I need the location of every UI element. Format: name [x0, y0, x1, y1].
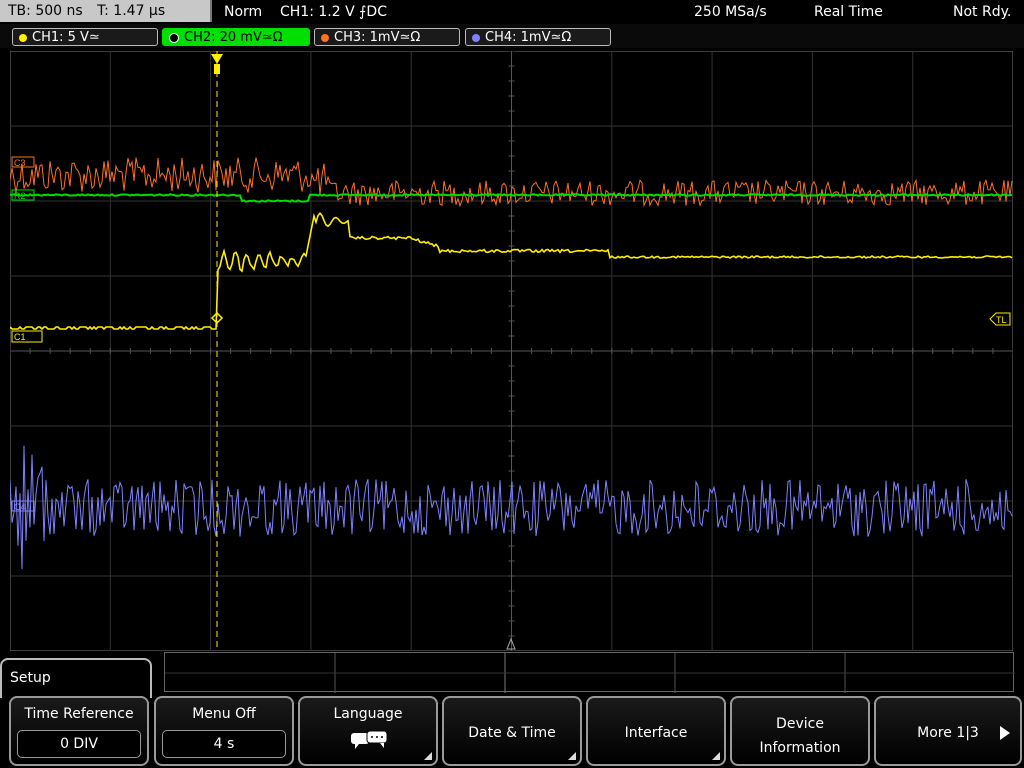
time-reference-value: 0 DIV	[17, 730, 141, 758]
trigger-time-value: T: 1.47 µs	[97, 3, 166, 19]
sample-rate: 250 MSa/s	[694, 4, 767, 20]
tab-ch3-label: CH3: 1mV≃Ω	[334, 30, 421, 45]
speech-bubbles-icon	[351, 730, 388, 749]
tab-ch4-label: CH4: 1mV≃Ω	[485, 30, 572, 45]
trigger-mode[interactable]: Norm	[224, 0, 262, 24]
more-button[interactable]: More 1|3	[874, 696, 1022, 766]
timebase-value: TB: 500 ns	[8, 3, 83, 19]
device-information-button[interactable]: Device Information	[730, 696, 870, 766]
time-reference-label: Time Reference	[24, 706, 134, 722]
menu-off-label: Menu Off	[192, 706, 256, 722]
interface-label: Interface	[624, 725, 688, 741]
ch1-color-icon	[19, 33, 27, 42]
menu-off-button[interactable]: Menu Off 4 s	[154, 696, 294, 766]
acquisition-status: Not Rdy.	[953, 4, 1012, 20]
menu-off-value: 4 s	[162, 730, 286, 758]
submenu-indicator-icon	[568, 752, 576, 760]
language-label: Language	[333, 706, 403, 722]
menu-title-setup: Setup	[0, 658, 152, 698]
submenu-indicator-icon	[424, 752, 432, 760]
menu-title: Setup	[10, 670, 51, 686]
tab-ch3[interactable]: CH3: 1mV≃Ω	[314, 28, 460, 46]
tab-ch1[interactable]: CH1: 5 V≃	[12, 28, 158, 46]
device-info-line2: Information	[759, 740, 841, 756]
ch2-color-icon	[169, 32, 179, 43]
ch3-marker-label: C3	[14, 158, 26, 168]
menu-info-strip	[164, 652, 1015, 693]
tab-ch4[interactable]: CH4: 1mV≃Ω	[465, 28, 611, 46]
trigger-level-label: TL	[996, 315, 1007, 325]
date-time-label: Date & Time	[468, 725, 556, 741]
ch3-color-icon	[321, 33, 329, 42]
date-time-button[interactable]: Date & Time	[442, 696, 582, 766]
status-bar: TB: 500 ns T: 1.47 µs Norm CH1: 1.2 V ⨍D…	[0, 0, 1024, 24]
tab-ch1-label: CH1: 5 V≃	[32, 30, 100, 45]
ch4-color-icon	[472, 33, 480, 42]
tab-ch2-label: CH2: 20 mV≃Ω	[184, 30, 283, 45]
waveform-display[interactable]: C3 R2 C1 C4 TL	[10, 51, 1013, 651]
language-button[interactable]: Language	[298, 696, 438, 766]
device-information-label: Device Information	[732, 712, 868, 760]
interface-button[interactable]: Interface	[586, 696, 726, 766]
submenu-indicator-icon	[712, 752, 720, 760]
trigger-setting[interactable]: CH1: 1.2 V ⨍DC	[280, 0, 387, 24]
acquisition-mode: Real Time	[814, 4, 883, 20]
more-label: More 1|3	[917, 725, 979, 741]
ch1-offset-marker[interactable]: C1	[11, 330, 43, 343]
ch4-marker-label: C4	[14, 502, 26, 512]
channel-bar: CH1: 5 V≃ CH2: 20 mV≃Ω CH3: 1mV≃Ω CH4: 1…	[0, 24, 1024, 48]
device-info-line1: Device	[776, 716, 824, 732]
ch1-marker-label: C1	[14, 332, 26, 342]
tab-ch2[interactable]: CH2: 20 mV≃Ω	[162, 28, 310, 46]
time-reference-button[interactable]: Time Reference 0 DIV	[9, 696, 149, 766]
timebase-box[interactable]: TB: 500 ns T: 1.47 µs	[0, 0, 212, 22]
ch2-marker-label: R2	[14, 191, 26, 201]
play-arrow-icon	[1000, 726, 1010, 740]
